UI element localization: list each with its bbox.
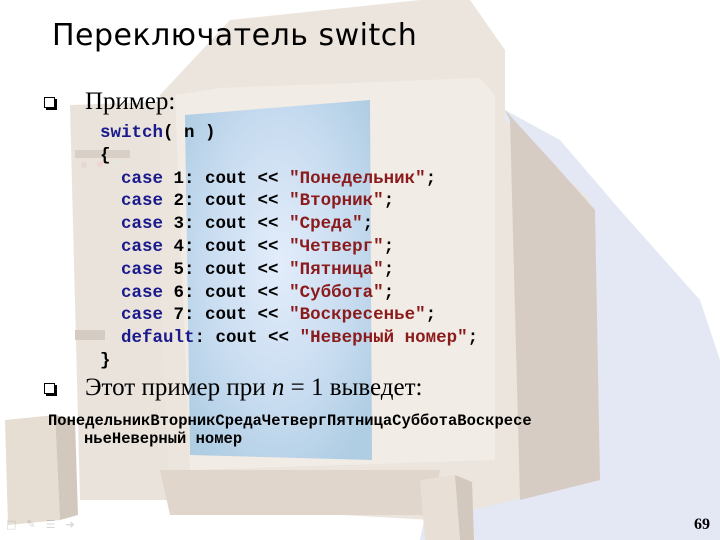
code-close-brace: } [100,350,111,371]
code-line-case: case 2: cout << "Вторник"; [121,191,395,212]
code-line-case: case 4: cout << "Четверг"; [121,236,395,257]
code-line-case: case 5: cout << "Пятница"; [121,259,395,280]
slide-title: Переключатель switch [52,18,418,53]
slide-nav-toolbar: □ ✎ ☰ ➜ [6,518,75,531]
keyword: switch [100,123,164,143]
code-block: switch( n ) { case 1: cout << "Понедельн… [100,122,478,373]
bullet-item-output-description: Этот пример при n = 1 выведет: [44,374,422,402]
pen-icon[interactable]: ✎ [26,518,35,531]
code-line-switch: switch( n ) [100,123,216,143]
output-line-1: ПонедельникВторникСредаЧетвергПятницаСуб… [48,412,532,430]
variable-n: n [271,374,285,401]
output-line-2: ньеНеверный номер [84,430,243,448]
code-line-case: case 6: cout << "Суббота"; [121,282,395,303]
code-line-case: case 7: cout << "Воскресенье"; [121,305,437,326]
menu-icon[interactable]: ☰ [46,518,56,531]
page-number: 69 [694,516,710,533]
program-output: ПонедельникВторникСредаЧетвергПятницаСуб… [48,412,688,448]
code-line-case: case 3: cout << "Среда"; [121,214,374,235]
bullet-text: Пример: [85,88,176,115]
code-open-brace: { [100,145,111,166]
next-slide-icon[interactable]: ➜ [66,518,75,531]
code-line-default: default: cout << "Неверный номер"; [121,328,479,349]
bullet-item-example: Пример: [44,88,175,116]
bullet-text: Этот пример при n = 1 выведет: [85,374,423,401]
square-bullet-icon [44,96,55,108]
code-line-case: case 1: cout << "Понедельник"; [121,168,437,189]
square-bullet-icon [44,382,55,394]
comment-icon[interactable]: □ [6,518,16,531]
